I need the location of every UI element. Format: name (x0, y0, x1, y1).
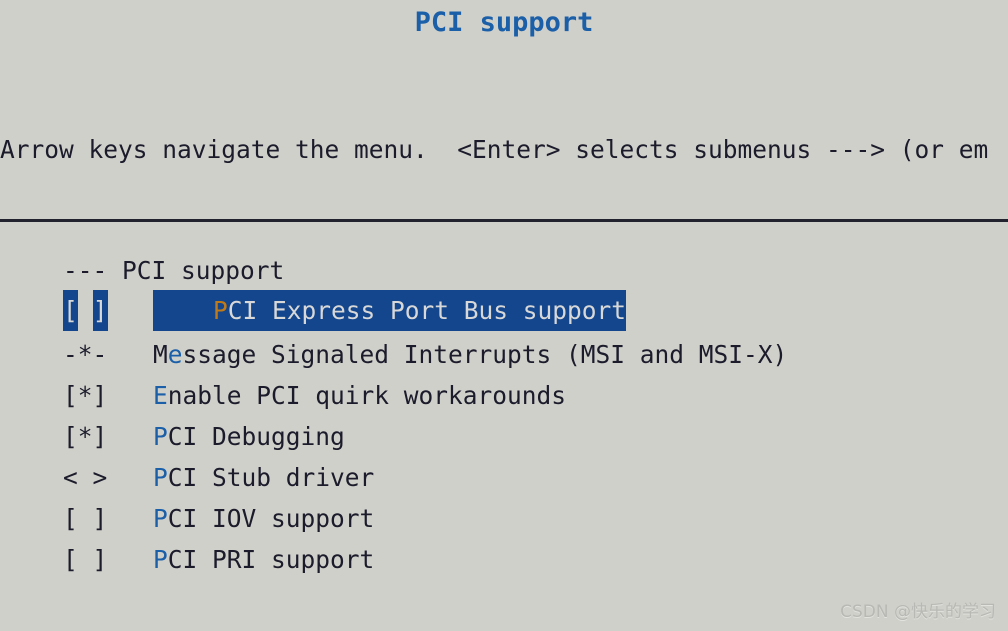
watermark: CSDN @快乐的学习 (840, 602, 996, 622)
checkbox-pci-express-port-bus-support[interactable]: [ ] (63, 290, 153, 331)
hotkey-letter: E (153, 381, 168, 410)
hotkey-letter: P (153, 422, 168, 451)
section-header-label: --- PCI support (63, 256, 285, 285)
help-text-block: Arrow keys navigate the menu. <Enter> se… (0, 46, 1008, 216)
menu-item-label-rest: CI IOV support (167, 504, 375, 533)
menu-item-label: PCI Debugging (153, 422, 345, 451)
menu-item-message-signaled-interrupts[interactable]: -*- Message Signaled Interrupts (MSI and… (0, 334, 1008, 375)
checkbox-pci-iov-support[interactable]: [ ] (63, 504, 153, 533)
menu-item-label: PCI Stub driver (153, 463, 374, 492)
menu-item-label-rest: ssage Signaled Interrupts (MSI and MSI-X… (182, 340, 788, 369)
hotkey-letter: P (213, 296, 228, 325)
menu-item-label: Enable PCI quirk workarounds (153, 381, 566, 410)
menu-item-label-rest: CI Express Port Bus support (227, 296, 627, 325)
page-title: PCI support (414, 6, 594, 38)
menuconfig-screen: PCI support Arrow keys navigate the menu… (0, 0, 1008, 631)
hotkey-letter: P (153, 504, 168, 533)
menu-item-label: PCI Express Port Bus support (213, 290, 627, 331)
help-line: Arrow keys navigate the menu. <Enter> se… (0, 135, 989, 164)
menu-item-label: Message Signaled Interrupts (MSI and MSI… (153, 340, 787, 369)
menu-item-label-rest: CI PRI support (167, 545, 375, 574)
menu-item-pci-debugging[interactable]: [*] PCI Debugging (0, 416, 1008, 457)
menu-item-label-rest: nable PCI quirk workarounds (167, 381, 567, 410)
header-separator (0, 219, 1008, 222)
checkbox-pci-pri-support[interactable]: [ ] (63, 545, 153, 574)
menu-item-label: PCI IOV support (153, 504, 374, 533)
checkbox-enable-pci-quirk-workarounds[interactable]: [*] (63, 381, 153, 410)
checkbox-open-bracket: [ (63, 290, 78, 331)
hotkey-letter: P (153, 545, 168, 574)
checkbox-close-bracket: ] (92, 290, 108, 331)
hotkey-letter: e (167, 340, 183, 369)
hotkey-letter: P (153, 463, 168, 492)
checkbox-pci-stub-driver[interactable]: < > (63, 463, 153, 492)
window-title-bar: PCI support (0, 0, 1008, 44)
menu-item-label-rest: CI Stub driver (167, 463, 375, 492)
menu-item-label-rest: CI Debugging (167, 422, 345, 451)
menu-list: --- PCI support [ ] PCI Express Port Bus… (0, 224, 1008, 631)
menu-item-label-prefix: M (153, 340, 168, 369)
checkbox-cursor-gap (77, 290, 93, 331)
menu-item-pci-express-port-bus-support[interactable]: [ ] PCI Express Port Bus support (0, 290, 1008, 331)
selection-left-padding (153, 290, 213, 331)
menu-item-label: PCI PRI support (153, 545, 374, 574)
checkbox-pci-debugging[interactable]: [*] (63, 422, 153, 451)
menu-item-pci-stub-driver[interactable]: < > PCI Stub driver (0, 457, 1008, 498)
menu-item-enable-pci-quirk-workarounds[interactable]: [*] Enable PCI quirk workarounds (0, 375, 1008, 416)
menu-section-header: --- PCI support (0, 250, 1008, 291)
menu-item-pci-pri-support[interactable]: [ ] PCI PRI support (0, 539, 1008, 580)
checkbox-message-signaled-interrupts[interactable]: -*- (63, 340, 153, 369)
menu-item-pci-iov-support[interactable]: [ ] PCI IOV support (0, 498, 1008, 539)
